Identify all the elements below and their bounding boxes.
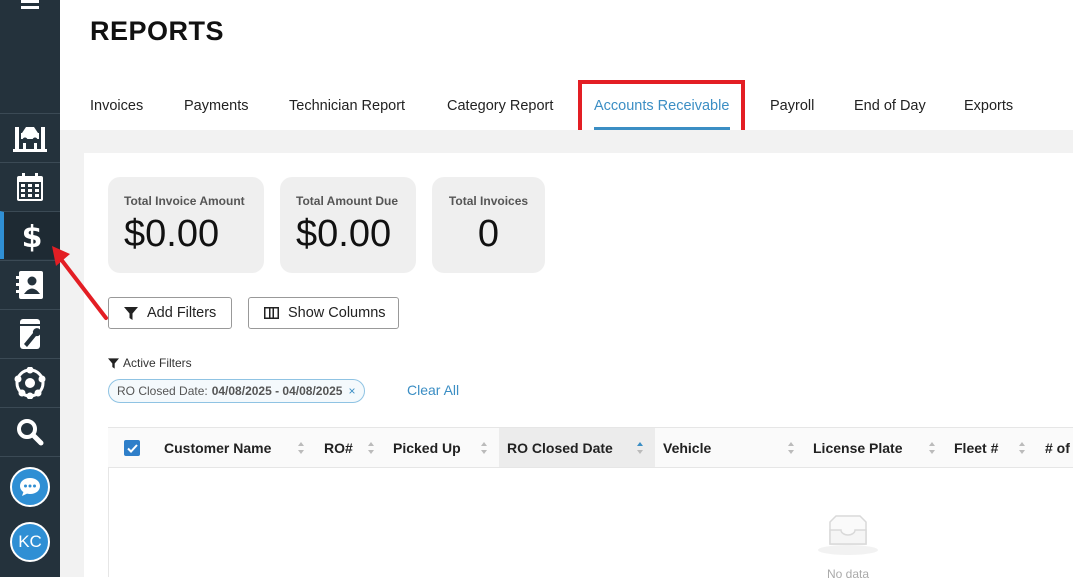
column-header-vehicle[interactable]: Vehicle — [663, 428, 711, 467]
sort-icon[interactable] — [367, 440, 375, 456]
column-header-fleet-number[interactable]: Fleet # — [954, 428, 998, 467]
sidebar-item-integrations[interactable] — [0, 358, 60, 406]
stat-value: 0 — [477, 213, 500, 255]
stat-label: Total Invoice Amount — [124, 194, 245, 208]
annotation-arrow — [52, 246, 108, 320]
main-area: REPORTS Invoices Payments Technician Rep… — [60, 0, 1073, 581]
tab-payments[interactable]: Payments — [184, 98, 248, 114]
columns-icon — [264, 307, 279, 319]
stat-total-amount-due: Total Amount Due $0.00 — [280, 177, 416, 273]
sort-icon[interactable] — [787, 440, 795, 456]
sidebar-item-calendar[interactable] — [0, 162, 60, 210]
chat-button[interactable] — [10, 467, 50, 507]
select-all-checkbox[interactable] — [124, 440, 140, 456]
contacts-icon — [16, 270, 43, 299]
parts-wrench-icon — [20, 318, 41, 349]
annotation-highlight-box — [578, 80, 745, 134]
empty-state-text: No data — [826, 567, 870, 581]
active-filters-label: Active Filters — [123, 356, 192, 370]
stat-total-invoices: Total Invoices 0 — [432, 177, 545, 273]
add-filters-button[interactable]: Add Filters — [108, 297, 232, 329]
sort-icon[interactable] — [297, 440, 305, 456]
tab-technician-report[interactable]: Technician Report — [289, 98, 405, 114]
service-lift-icon — [13, 126, 47, 152]
filter-chip-ro-closed-date: RO Closed Date: 04/08/2025 - 04/08/2025 … — [108, 379, 365, 403]
user-avatar[interactable]: KC — [10, 522, 50, 562]
table-header: Customer Name RO# Picked Up RO Closed Da… — [108, 427, 1073, 468]
stat-value: $0.00 — [296, 213, 392, 255]
stat-value: $0.00 — [124, 213, 220, 255]
stat-label: Total Invoices — [448, 194, 529, 208]
table-body: No data — [108, 468, 1073, 581]
sidebar-item-search[interactable] — [0, 407, 60, 455]
hamburger-menu-icon — [21, 0, 39, 9]
search-icon — [17, 418, 44, 445]
active-filters-heading: Active Filters — [108, 356, 192, 370]
report-content: Total Invoice Amount $0.00 Total Amount … — [84, 153, 1073, 581]
tab-exports[interactable]: Exports — [964, 98, 1013, 114]
show-columns-label: Show Columns — [288, 305, 386, 321]
column-header-ro-number[interactable]: RO# — [324, 428, 353, 467]
check-icon — [126, 443, 138, 453]
show-columns-button[interactable]: Show Columns — [248, 297, 399, 329]
column-header-picked-up[interactable]: Picked Up — [393, 428, 461, 467]
hamburger-menu-button[interactable] — [0, 0, 60, 22]
filter-chip-label: RO Closed Date: — [117, 384, 208, 398]
column-header-count[interactable]: # of — [1045, 428, 1070, 467]
tab-category-report[interactable]: Category Report — [447, 98, 553, 114]
integrations-icon — [14, 366, 46, 399]
empty-inbox-icon — [818, 515, 878, 555]
filter-chip-value: 04/08/2025 - 04/08/2025 — [211, 384, 343, 398]
sort-icon[interactable] — [1018, 440, 1026, 456]
stat-label: Total Amount Due — [296, 194, 398, 208]
svg-text:$: $ — [22, 220, 42, 252]
clear-all-link[interactable]: Clear All — [407, 382, 459, 398]
page-title: REPORTS — [90, 16, 225, 46]
report-tabs: Invoices Payments Technician Report Cate… — [60, 86, 1073, 130]
add-filters-label: Add Filters — [147, 305, 217, 321]
sort-ascending-icon[interactable] — [636, 440, 644, 456]
calendar-icon — [17, 172, 43, 201]
avatar-initials: KC — [18, 532, 42, 551]
dollar-icon: $ — [22, 220, 42, 252]
filter-icon — [124, 306, 138, 320]
sort-icon[interactable] — [928, 440, 936, 456]
tab-invoices[interactable]: Invoices — [90, 98, 143, 114]
filter-icon — [108, 357, 119, 369]
sidebar-item-service[interactable] — [0, 113, 60, 161]
column-header-license-plate[interactable]: License Plate — [813, 428, 903, 467]
column-header-ro-closed-date[interactable]: RO Closed Date — [499, 428, 655, 467]
tab-end-of-day[interactable]: End of Day — [854, 98, 926, 114]
sort-icon[interactable] — [480, 440, 488, 456]
tab-payroll[interactable]: Payroll — [770, 98, 814, 114]
column-header-customer-name[interactable]: Customer Name — [164, 428, 271, 467]
remove-filter-icon[interactable]: × — [348, 384, 355, 398]
stat-total-invoice-amount: Total Invoice Amount $0.00 — [108, 177, 264, 273]
chat-bubble-icon — [20, 478, 40, 496]
empty-state: No data — [793, 514, 903, 581]
